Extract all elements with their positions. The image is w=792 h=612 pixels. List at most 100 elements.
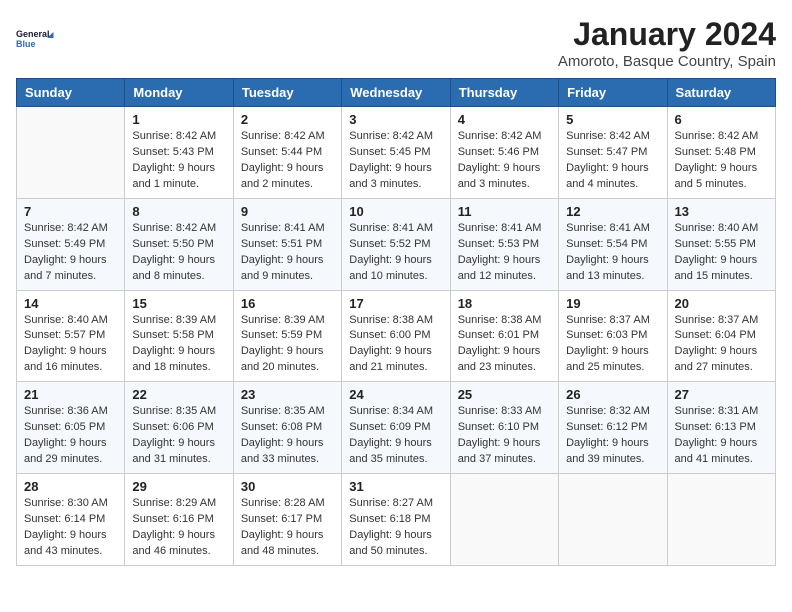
calendar-cell: 3 Sunrise: 8:42 AM Sunset: 5:45 PM Daylig… xyxy=(342,107,450,199)
calendar-cell: 14 Sunrise: 8:40 AM Sunset: 5:57 PM Dayli… xyxy=(17,290,125,382)
calendar-cell: 29 Sunrise: 8:29 AM Sunset: 6:16 PM Dayli… xyxy=(125,474,233,566)
calendar-cell: 24 Sunrise: 8:34 AM Sunset: 6:09 PM Dayli… xyxy=(342,382,450,474)
day-detail: Sunrise: 8:30 AM Sunset: 6:14 PM Dayligh… xyxy=(24,496,117,560)
logo-svg: General Blue xyxy=(16,16,56,60)
day-detail: Sunrise: 8:42 AM Sunset: 5:50 PM Dayligh… xyxy=(132,221,225,285)
day-detail: Sunrise: 8:31 AM Sunset: 6:13 PM Dayligh… xyxy=(675,404,768,468)
day-number: 14 xyxy=(24,296,117,311)
title-area: January 2024 Amoroto, Basque Country, Sp… xyxy=(558,16,776,70)
day-detail: Sunrise: 8:39 AM Sunset: 5:59 PM Dayligh… xyxy=(241,313,334,377)
day-number: 7 xyxy=(24,204,117,219)
day-number: 31 xyxy=(349,479,442,494)
calendar-cell: 23 Sunrise: 8:35 AM Sunset: 6:08 PM Dayli… xyxy=(233,382,341,474)
day-number: 30 xyxy=(241,479,334,494)
calendar-cell: 25 Sunrise: 8:33 AM Sunset: 6:10 PM Dayli… xyxy=(450,382,558,474)
calendar-cell: 11 Sunrise: 8:41 AM Sunset: 5:53 PM Dayli… xyxy=(450,198,558,290)
calendar-cell: 12 Sunrise: 8:41 AM Sunset: 5:54 PM Dayli… xyxy=(559,198,667,290)
calendar-cell: 26Sunrise: 8:32 AM Sunset: 6:12 PM Dayli… xyxy=(559,382,667,474)
day-detail: Sunrise: 8:37 AM Sunset: 6:04 PM Dayligh… xyxy=(675,313,768,377)
day-detail: Sunrise: 8:41 AM Sunset: 5:54 PM Dayligh… xyxy=(566,221,659,285)
calendar-week-row: 7 Sunrise: 8:42 AM Sunset: 5:49 PM Daylig… xyxy=(17,198,776,290)
day-number: 29 xyxy=(132,479,225,494)
calendar-header-wednesday: Wednesday xyxy=(342,79,450,107)
day-number: 20 xyxy=(675,296,768,311)
day-number: 11 xyxy=(458,204,551,219)
day-number: 4 xyxy=(458,112,551,127)
calendar-week-row: 21Sunrise: 8:36 AM Sunset: 6:05 PM Dayli… xyxy=(17,382,776,474)
day-number: 25 xyxy=(458,387,551,402)
day-detail: Sunrise: 8:27 AM Sunset: 6:18 PM Dayligh… xyxy=(349,496,442,560)
svg-text:General: General xyxy=(16,29,50,39)
calendar-header-sunday: Sunday xyxy=(17,79,125,107)
main-title: January 2024 xyxy=(558,16,776,53)
calendar-cell: 10 Sunrise: 8:41 AM Sunset: 5:52 PM Dayli… xyxy=(342,198,450,290)
day-detail: Sunrise: 8:35 AM Sunset: 6:06 PM Dayligh… xyxy=(132,404,225,468)
calendar-cell xyxy=(559,474,667,566)
calendar-cell: 27 Sunrise: 8:31 AM Sunset: 6:13 PM Dayli… xyxy=(667,382,775,474)
day-number: 2 xyxy=(241,112,334,127)
day-detail: Sunrise: 8:34 AM Sunset: 6:09 PM Dayligh… xyxy=(349,404,442,468)
calendar-cell: 9 Sunrise: 8:41 AM Sunset: 5:51 PM Daylig… xyxy=(233,198,341,290)
calendar-cell xyxy=(450,474,558,566)
calendar-cell: 20 Sunrise: 8:37 AM Sunset: 6:04 PM Dayli… xyxy=(667,290,775,382)
day-number: 27 xyxy=(675,387,768,402)
svg-text:Blue: Blue xyxy=(16,39,36,49)
day-detail: Sunrise: 8:33 AM Sunset: 6:10 PM Dayligh… xyxy=(458,404,551,468)
day-number: 16 xyxy=(241,296,334,311)
calendar-cell: 28Sunrise: 8:30 AM Sunset: 6:14 PM Dayli… xyxy=(17,474,125,566)
day-detail: Sunrise: 8:42 AM Sunset: 5:44 PM Dayligh… xyxy=(241,129,334,193)
calendar-cell: 18 Sunrise: 8:38 AM Sunset: 6:01 PM Dayli… xyxy=(450,290,558,382)
day-number: 9 xyxy=(241,204,334,219)
calendar-header-saturday: Saturday xyxy=(667,79,775,107)
day-number: 1 xyxy=(132,112,225,127)
calendar-cell: 15 Sunrise: 8:39 AM Sunset: 5:58 PM Dayli… xyxy=(125,290,233,382)
day-detail: Sunrise: 8:41 AM Sunset: 5:53 PM Dayligh… xyxy=(458,221,551,285)
day-number: 23 xyxy=(241,387,334,402)
calendar-week-row: 28Sunrise: 8:30 AM Sunset: 6:14 PM Dayli… xyxy=(17,474,776,566)
day-number: 8 xyxy=(132,204,225,219)
day-detail: Sunrise: 8:41 AM Sunset: 5:52 PM Dayligh… xyxy=(349,221,442,285)
day-detail: Sunrise: 8:42 AM Sunset: 5:49 PM Dayligh… xyxy=(24,221,117,285)
calendar-header-row: SundayMondayTuesdayWednesdayThursdayFrid… xyxy=(17,79,776,107)
day-number: 3 xyxy=(349,112,442,127)
day-detail: Sunrise: 8:29 AM Sunset: 6:16 PM Dayligh… xyxy=(132,496,225,560)
day-number: 22 xyxy=(132,387,225,402)
calendar-header-tuesday: Tuesday xyxy=(233,79,341,107)
day-number: 13 xyxy=(675,204,768,219)
calendar-cell: 22 Sunrise: 8:35 AM Sunset: 6:06 PM Dayli… xyxy=(125,382,233,474)
calendar-cell: 5 Sunrise: 8:42 AM Sunset: 5:47 PM Daylig… xyxy=(559,107,667,199)
calendar-week-row: 1Sunrise: 8:42 AM Sunset: 5:43 PM Daylig… xyxy=(17,107,776,199)
day-detail: Sunrise: 8:28 AM Sunset: 6:17 PM Dayligh… xyxy=(241,496,334,560)
calendar-header-monday: Monday xyxy=(125,79,233,107)
day-detail: Sunrise: 8:35 AM Sunset: 6:08 PM Dayligh… xyxy=(241,404,334,468)
day-detail: Sunrise: 8:39 AM Sunset: 5:58 PM Dayligh… xyxy=(132,313,225,377)
day-number: 15 xyxy=(132,296,225,311)
day-detail: Sunrise: 8:38 AM Sunset: 6:01 PM Dayligh… xyxy=(458,313,551,377)
day-number: 5 xyxy=(566,112,659,127)
calendar-cell: 7 Sunrise: 8:42 AM Sunset: 5:49 PM Daylig… xyxy=(17,198,125,290)
day-number: 24 xyxy=(349,387,442,402)
day-detail: Sunrise: 8:38 AM Sunset: 6:00 PM Dayligh… xyxy=(349,313,442,377)
day-number: 17 xyxy=(349,296,442,311)
calendar-cell: 1Sunrise: 8:42 AM Sunset: 5:43 PM Daylig… xyxy=(125,107,233,199)
day-detail: Sunrise: 8:40 AM Sunset: 5:55 PM Dayligh… xyxy=(675,221,768,285)
day-number: 12 xyxy=(566,204,659,219)
calendar-cell: 13 Sunrise: 8:40 AM Sunset: 5:55 PM Dayli… xyxy=(667,198,775,290)
day-detail: Sunrise: 8:42 AM Sunset: 5:46 PM Dayligh… xyxy=(458,129,551,193)
day-detail: Sunrise: 8:32 AM Sunset: 6:12 PM Dayligh… xyxy=(566,404,659,468)
calendar-cell: 31 Sunrise: 8:27 AM Sunset: 6:18 PM Dayli… xyxy=(342,474,450,566)
day-detail: Sunrise: 8:36 AM Sunset: 6:05 PM Dayligh… xyxy=(24,404,117,468)
header: General Blue January 2024 Amoroto, Basqu… xyxy=(16,16,776,70)
calendar-cell: 8 Sunrise: 8:42 AM Sunset: 5:50 PM Daylig… xyxy=(125,198,233,290)
day-detail: Sunrise: 8:42 AM Sunset: 5:47 PM Dayligh… xyxy=(566,129,659,193)
day-detail: Sunrise: 8:40 AM Sunset: 5:57 PM Dayligh… xyxy=(24,313,117,377)
calendar-table: SundayMondayTuesdayWednesdayThursdayFrid… xyxy=(16,78,776,566)
calendar-cell: 2 Sunrise: 8:42 AM Sunset: 5:44 PM Daylig… xyxy=(233,107,341,199)
calendar-cell: 17 Sunrise: 8:38 AM Sunset: 6:00 PM Dayli… xyxy=(342,290,450,382)
day-number: 18 xyxy=(458,296,551,311)
calendar-cell: 21Sunrise: 8:36 AM Sunset: 6:05 PM Dayli… xyxy=(17,382,125,474)
day-detail: Sunrise: 8:41 AM Sunset: 5:51 PM Dayligh… xyxy=(241,221,334,285)
day-number: 10 xyxy=(349,204,442,219)
calendar-header-friday: Friday xyxy=(559,79,667,107)
day-detail: Sunrise: 8:42 AM Sunset: 5:45 PM Dayligh… xyxy=(349,129,442,193)
